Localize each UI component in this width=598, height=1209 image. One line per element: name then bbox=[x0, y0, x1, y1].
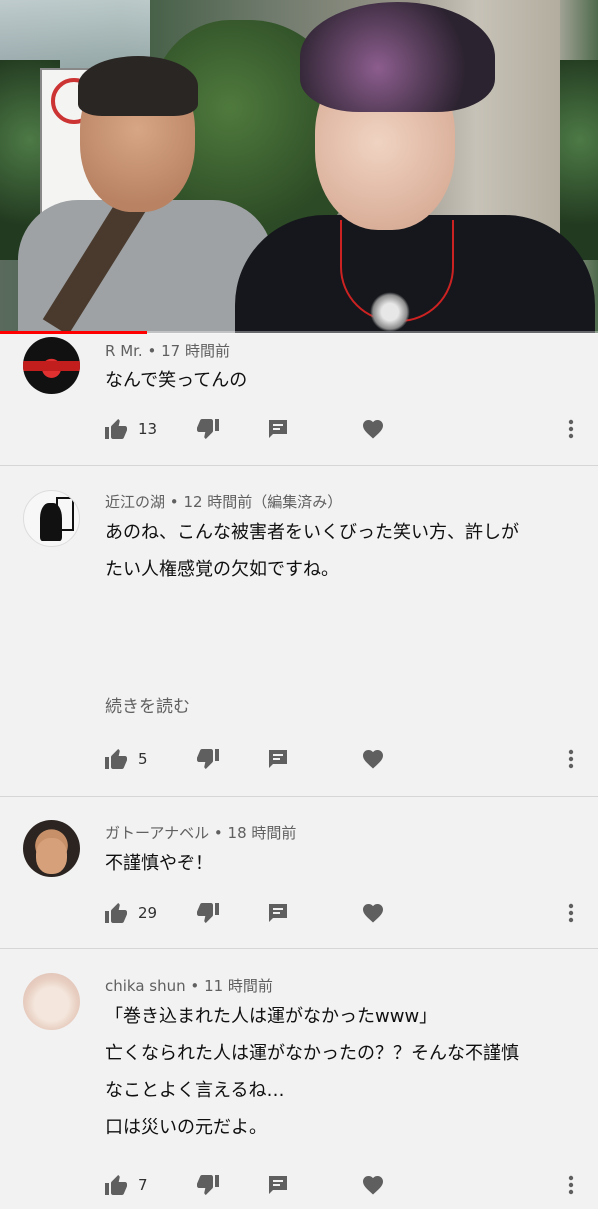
meta-separator: • bbox=[147, 342, 157, 360]
like-count: 7 bbox=[138, 1176, 148, 1194]
reply-button[interactable] bbox=[267, 414, 289, 444]
heart-icon bbox=[362, 1175, 384, 1195]
thumb-down-icon bbox=[196, 748, 220, 770]
dislike-button[interactable] bbox=[196, 744, 220, 774]
comment-time: 11 時間前 bbox=[204, 977, 273, 995]
heart-icon bbox=[362, 749, 384, 769]
thumb-up-icon bbox=[104, 902, 128, 924]
heart-button[interactable] bbox=[362, 1170, 384, 1200]
video-person-right-hair bbox=[300, 2, 495, 112]
video-background-plant bbox=[555, 60, 598, 260]
comment-item: ガトーアナベル • 18 時間前 不謹慎やぞ！ 29 bbox=[0, 797, 598, 949]
comment-author[interactable]: ガトーアナベル bbox=[105, 824, 209, 842]
comment-actions: 29 bbox=[0, 898, 598, 928]
like-count: 5 bbox=[138, 750, 148, 768]
avatar[interactable] bbox=[23, 490, 80, 547]
avatar[interactable] bbox=[23, 820, 80, 877]
comment-line: あのね、こんな被害者をいくびった笑い方、許しが bbox=[105, 522, 519, 543]
comment-author[interactable]: 近江の湖 bbox=[105, 493, 165, 511]
reply-button[interactable] bbox=[267, 1170, 289, 1200]
heart-button[interactable] bbox=[362, 744, 384, 774]
comment-meta: 近江の湖 • 12 時間前（編集済み） bbox=[105, 491, 342, 512]
reply-comment-icon bbox=[267, 748, 289, 770]
heart-icon bbox=[362, 903, 384, 923]
thumb-up-icon bbox=[104, 1174, 128, 1196]
comment-line: 「巻き込まれた人は運がなかったwww」 bbox=[105, 1006, 438, 1027]
thumb-down-icon bbox=[196, 418, 220, 440]
more-options-button[interactable] bbox=[568, 898, 574, 928]
more-options-button[interactable] bbox=[568, 744, 574, 774]
like-button[interactable]: 13 bbox=[104, 414, 157, 444]
reply-comment-icon bbox=[267, 418, 289, 440]
comment-actions: 7 bbox=[0, 1170, 598, 1200]
video-player[interactable] bbox=[0, 0, 598, 333]
more-vert-icon bbox=[568, 1175, 574, 1195]
comment-author[interactable]: R Mr. bbox=[105, 342, 143, 360]
comment-line: 不謹慎やぞ！ bbox=[105, 853, 213, 874]
more-options-button[interactable] bbox=[568, 1170, 574, 1200]
meta-separator: • bbox=[190, 977, 200, 995]
thumb-down-icon bbox=[196, 1174, 220, 1196]
comment-line: なことよく言えるね… bbox=[105, 1080, 285, 1101]
like-count: 29 bbox=[138, 904, 158, 922]
comment-actions: 13 bbox=[0, 414, 598, 444]
more-vert-icon bbox=[568, 419, 574, 439]
avatar[interactable] bbox=[23, 973, 80, 1030]
comment-line: 口は災いの元だよ。 bbox=[105, 1117, 267, 1138]
reply-comment-icon bbox=[267, 1174, 289, 1196]
thumb-up-icon bbox=[104, 748, 128, 770]
meta-separator: • bbox=[213, 824, 223, 842]
comment-time: 18 時間前 bbox=[227, 824, 297, 842]
comment-actions: 5 bbox=[0, 744, 598, 774]
more-vert-icon bbox=[568, 903, 574, 923]
comment-meta: chika shun • 11 時間前 bbox=[105, 975, 273, 996]
meta-separator: • bbox=[169, 493, 179, 511]
video-person-left-hair bbox=[78, 56, 198, 116]
comment-item: R Mr. • 17 時間前 なんで笑ってんの 13 bbox=[0, 334, 598, 466]
more-options-button[interactable] bbox=[568, 414, 574, 444]
reply-button[interactable] bbox=[267, 898, 289, 928]
comment-time: 17 時間前 bbox=[161, 342, 230, 360]
comment-text: なんで笑ってんの bbox=[105, 362, 247, 399]
comment-text: あのね、こんな被害者をいくびった笑い方、許しが たい人権感覚の欠如ですね。 bbox=[105, 514, 519, 588]
dislike-button[interactable] bbox=[196, 1170, 220, 1200]
comment-time: 12 時間前（編集済み） bbox=[183, 493, 343, 511]
read-more-link[interactable]: 続きを読む bbox=[105, 692, 190, 717]
reply-button[interactable] bbox=[267, 744, 289, 774]
more-vert-icon bbox=[568, 749, 574, 769]
heart-button[interactable] bbox=[362, 898, 384, 928]
dislike-button[interactable] bbox=[196, 898, 220, 928]
thumb-down-icon bbox=[196, 902, 220, 924]
heart-icon bbox=[362, 419, 384, 439]
comment-text: 「巻き込まれた人は運がなかったwww」 亡くなられた人は運がなかったの？？そんな… bbox=[105, 998, 519, 1146]
like-button[interactable]: 29 bbox=[104, 898, 157, 928]
comment-meta: R Mr. • 17 時間前 bbox=[105, 340, 230, 361]
avatar[interactable] bbox=[23, 337, 80, 394]
comment-item: 近江の湖 • 12 時間前（編集済み） あのね、こんな被害者をいくびった笑い方、… bbox=[0, 466, 598, 797]
heart-button[interactable] bbox=[362, 414, 384, 444]
reply-comment-icon bbox=[267, 902, 289, 924]
thumb-up-icon bbox=[104, 418, 128, 440]
comment-item: chika shun • 11 時間前 「巻き込まれた人は運がなかったwww」 … bbox=[0, 949, 598, 1209]
comment-meta: ガトーアナベル • 18 時間前 bbox=[105, 822, 296, 843]
comments-list: R Mr. • 17 時間前 なんで笑ってんの 13 近江の湖 • 12 時間前… bbox=[0, 334, 598, 1209]
video-pendant bbox=[370, 292, 410, 332]
dislike-button[interactable] bbox=[196, 414, 220, 444]
comment-line: 亡くなられた人は運がなかったの？？そんな不謹慎 bbox=[105, 1043, 519, 1064]
like-button[interactable]: 5 bbox=[104, 744, 148, 774]
comment-author[interactable]: chika shun bbox=[105, 977, 186, 995]
like-count: 13 bbox=[138, 420, 158, 438]
comment-line: たい人権感覚の欠如ですね。 bbox=[105, 559, 339, 580]
comment-line: なんで笑ってんの bbox=[105, 370, 248, 391]
like-button[interactable]: 7 bbox=[104, 1170, 148, 1200]
comment-text: 不謹慎やぞ！ bbox=[105, 845, 213, 882]
